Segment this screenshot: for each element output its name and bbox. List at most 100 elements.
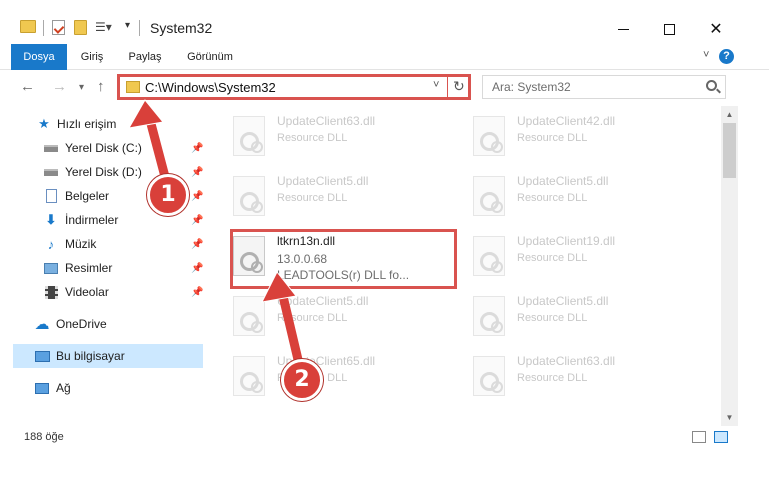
sidebar-item-network[interactable]: Ağ: [0, 376, 205, 400]
file-name: UpdateClient5.dll: [517, 174, 609, 188]
sidebar-item-label: Bu bilgisayar: [56, 349, 125, 363]
close-button[interactable]: ✕: [693, 14, 739, 44]
file-item[interactable]: UpdateClient5.dll Resource DLL: [233, 292, 463, 348]
file-description: Resource DLL: [517, 192, 588, 204]
dll-file-icon: [473, 116, 505, 156]
refresh-icon[interactable]: ↻: [453, 78, 465, 95]
new-folder-icon[interactable]: [74, 20, 87, 35]
file-item[interactable]: UpdateClient5.dll Resource DLL: [233, 172, 463, 228]
address-path[interactable]: C:\Windows\System32: [145, 80, 276, 95]
music-icon: ♪: [47, 236, 55, 252]
title-bar: ☰▾ ▾ System32 ✕: [0, 0, 769, 44]
status-bar: 188 öğe: [0, 426, 769, 448]
sidebar-item-label: Ağ: [56, 381, 71, 395]
dll-file-icon: [473, 176, 505, 216]
tiles-view-icon[interactable]: [714, 431, 728, 443]
file-name: UpdateClient5.dll: [277, 294, 369, 308]
file-name: UpdateClient63.dll: [517, 354, 616, 368]
search-input[interactable]: Ara: System32: [492, 80, 571, 94]
dll-file-icon: [473, 356, 505, 396]
file-item[interactable]: UpdateClient42.dll Resource DLL: [473, 112, 703, 168]
sidebar-item-label: Yerel Disk (D:): [65, 165, 142, 179]
sidebar-item-pictures[interactable]: Resimler 📌: [0, 256, 205, 280]
forward-arrow-icon[interactable]: →: [52, 78, 67, 95]
dll-file-icon: [233, 116, 265, 156]
file-description: Resource DLL: [277, 192, 348, 204]
onedrive-icon: ☁: [34, 316, 50, 333]
recent-locations-icon[interactable]: ▾: [79, 82, 84, 93]
file-name: UpdateClient42.dll: [517, 114, 616, 128]
dll-file-icon: [233, 296, 265, 336]
pin-icon[interactable]: 📌: [191, 263, 203, 274]
pin-icon[interactable]: 📌: [191, 215, 203, 226]
sidebar-item-videos[interactable]: Videolar 📌: [0, 280, 205, 304]
file-description: Resource DLL: [517, 312, 588, 324]
sidebar-item-label: OneDrive: [56, 317, 107, 331]
sidebar-item-label: Resimler: [65, 261, 113, 275]
file-item[interactable]: UpdateClient63.dll Resource DLL: [473, 352, 703, 408]
sidebar-item-label: Yerel Disk (C:): [65, 141, 142, 155]
file-item[interactable]: UpdateClient19.dll Resource DLL: [473, 232, 703, 288]
dll-file-icon: [473, 236, 505, 276]
tab-file[interactable]: Dosya: [11, 44, 67, 70]
computer-icon: [34, 349, 50, 363]
step-2-badge: 2: [281, 359, 323, 401]
minimize-button[interactable]: [600, 14, 646, 44]
network-icon: [34, 381, 50, 395]
scroll-up-icon[interactable]: ▲: [721, 106, 738, 123]
scrollbar-thumb[interactable]: [723, 123, 736, 178]
file-item[interactable]: UpdateClient5.dll Resource DLL: [473, 172, 703, 228]
details-view-icon[interactable]: [692, 431, 706, 443]
maximize-button[interactable]: [646, 14, 692, 44]
file-description: Resource DLL: [517, 372, 588, 384]
pin-icon[interactable]: 📌: [191, 239, 203, 250]
pin-icon[interactable]: 📌: [191, 143, 203, 154]
downloads-icon: ⬇: [45, 212, 57, 227]
address-dropdown-icon[interactable]: ˅: [433, 79, 439, 91]
file-item[interactable]: UpdateClient5.dll Resource DLL: [473, 292, 703, 348]
pin-icon[interactable]: 📌: [191, 287, 203, 298]
videos-icon: [43, 285, 59, 299]
vertical-scrollbar[interactable]: ▲ ▼: [721, 106, 738, 426]
tab-share[interactable]: Paylaş: [121, 44, 169, 70]
file-description: Resource DLL: [277, 312, 348, 324]
properties-icon[interactable]: [52, 20, 65, 35]
divider: [447, 77, 448, 97]
file-item[interactable]: UpdateClient63.dll Resource DLL: [233, 112, 463, 168]
sidebar-item-local-disk-c[interactable]: Yerel Disk (C:) 📌: [0, 136, 205, 160]
back-arrow-icon[interactable]: ←: [20, 78, 35, 95]
folder-icon: [20, 20, 36, 33]
navigation-pane: ★ Hızlı erişim Yerel Disk (C:) 📌 Yerel D…: [0, 106, 207, 426]
file-item[interactable]: UpdateClient65.dll Resource DLL: [233, 352, 463, 408]
file-description: Resource DLL: [517, 252, 588, 264]
tab-view[interactable]: Görünüm: [180, 44, 240, 70]
quick-access-dropdown-icon[interactable]: ▾: [125, 20, 130, 31]
search-icon: [706, 80, 717, 91]
documents-icon: [43, 189, 59, 203]
customize-toolbar-icon[interactable]: ☰▾: [95, 20, 112, 34]
divider: [43, 20, 44, 36]
file-name: UpdateClient5.dll: [277, 174, 369, 188]
pictures-icon: [43, 261, 59, 275]
sidebar-item-onedrive[interactable]: ☁ OneDrive: [0, 312, 205, 336]
up-arrow-icon[interactable]: ↑: [97, 78, 105, 95]
window-title: System32: [150, 20, 213, 36]
sidebar-item-quick-access[interactable]: ★ Hızlı erişim: [0, 112, 205, 136]
address-bar[interactable]: C:\Windows\System32 ˅ ↻: [117, 74, 471, 100]
sidebar-item-label: Belgeler: [65, 189, 110, 203]
scroll-down-icon[interactable]: ▼: [721, 409, 738, 426]
tab-home[interactable]: Giriş: [74, 44, 110, 70]
sidebar-item-label: Hızlı erişim: [57, 117, 117, 131]
help-icon[interactable]: ?: [719, 49, 734, 64]
pin-icon[interactable]: 📌: [191, 167, 203, 178]
pin-icon[interactable]: 📌: [191, 191, 203, 202]
search-box[interactable]: Ara: System32: [482, 75, 726, 99]
dll-file-icon: [233, 356, 265, 396]
sidebar-item-music[interactable]: ♪ Müzik 📌: [0, 232, 205, 256]
expand-ribbon-icon[interactable]: ˅: [703, 49, 709, 61]
dll-file-icon: [473, 296, 505, 336]
file-name: UpdateClient19.dll: [517, 234, 616, 248]
sidebar-item-this-pc[interactable]: Bu bilgisayar: [13, 344, 203, 368]
sidebar-item-label: İndirmeler: [65, 213, 119, 227]
folder-icon: [126, 81, 140, 93]
